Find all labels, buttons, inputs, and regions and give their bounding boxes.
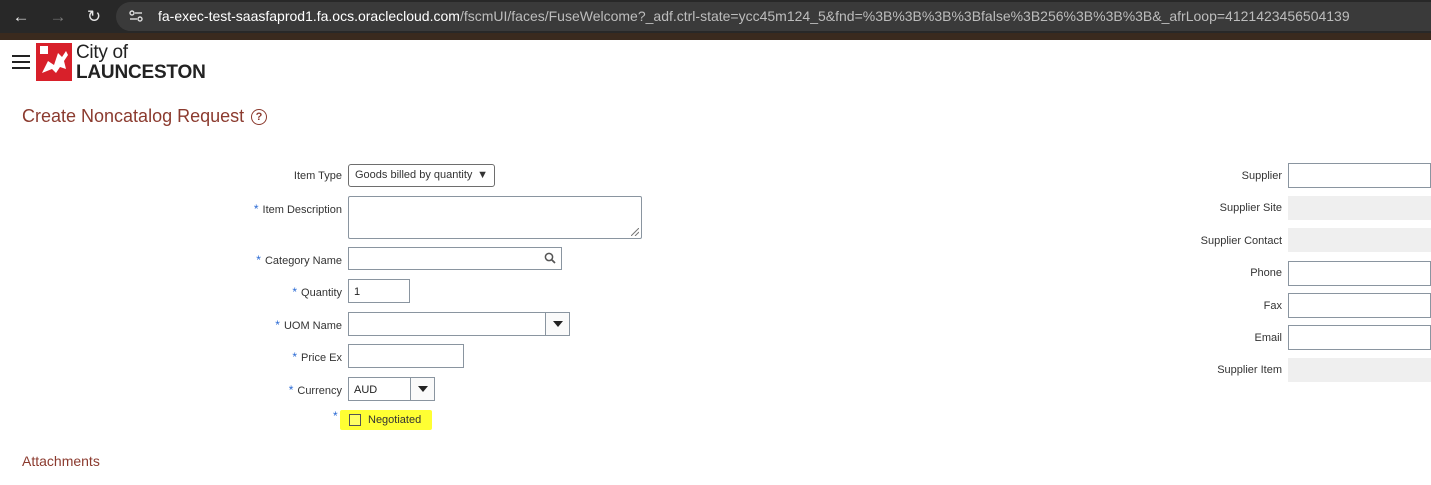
fax-label: Fax bbox=[1263, 300, 1282, 312]
logo-text-line1: City of bbox=[76, 42, 128, 63]
supplier-item-value bbox=[1288, 358, 1431, 382]
price-ex-label: * Price Ex bbox=[292, 350, 342, 364]
address-bar[interactable]: fa-exec-test-saasfaprod1.fa.ocs.oraclecl… bbox=[116, 2, 1431, 31]
negotiated-label: Negotiated bbox=[368, 414, 422, 426]
item-type-select[interactable]: Goods billed by quantity ▼ bbox=[348, 164, 495, 187]
uom-name-label: * UOM Name bbox=[275, 318, 342, 332]
uom-name-combobox[interactable] bbox=[348, 312, 570, 336]
category-name-input[interactable] bbox=[348, 247, 562, 270]
page-title: Create Noncatalog Request bbox=[22, 106, 245, 126]
phone-label: Phone bbox=[1250, 267, 1282, 279]
back-arrow-icon[interactable]: ← bbox=[10, 6, 32, 28]
quantity-value: 1 bbox=[354, 286, 361, 298]
supplier-contact-value bbox=[1288, 228, 1431, 252]
browser-toolbar: ← → ↻ fa-exec-test-saasfaprod1.fa.ocs.or… bbox=[0, 0, 1431, 33]
currency-combobox[interactable]: AUD bbox=[348, 377, 435, 401]
email-input[interactable] bbox=[1288, 325, 1431, 350]
currency-label: * Currency bbox=[288, 383, 342, 397]
search-icon[interactable] bbox=[544, 252, 556, 264]
url-host: fa-exec-test-saasfaprod1.fa.ocs.oraclecl… bbox=[158, 8, 460, 24]
reload-icon[interactable]: ↻ bbox=[83, 6, 105, 28]
chevron-down-icon: ▼ bbox=[477, 169, 488, 181]
supplier-contact-label: Supplier Contact bbox=[1200, 235, 1282, 247]
supplier-label: Supplier bbox=[1241, 170, 1282, 182]
item-description-label: * Item Description bbox=[253, 202, 342, 216]
quantity-input[interactable]: 1 bbox=[348, 279, 410, 303]
item-type-label: Item Type bbox=[293, 170, 342, 182]
fax-input[interactable] bbox=[1288, 293, 1431, 318]
email-label: Email bbox=[1254, 332, 1282, 344]
negotiated-checkbox[interactable] bbox=[349, 414, 361, 426]
category-name-label: * Category Name bbox=[256, 253, 342, 267]
currency-value: AUD bbox=[354, 384, 378, 396]
price-ex-input[interactable] bbox=[348, 344, 464, 368]
url-path: /fscmUI/faces/FuseWelcome?_adf.ctrl-stat… bbox=[459, 8, 1350, 24]
help-icon[interactable]: ? bbox=[251, 109, 267, 125]
city-logo-icon[interactable] bbox=[36, 43, 76, 83]
app-top-strip bbox=[0, 33, 1431, 40]
quantity-label: * Quantity bbox=[292, 285, 342, 299]
resize-grip-icon[interactable] bbox=[631, 228, 639, 236]
item-description-textarea[interactable] bbox=[348, 196, 642, 239]
url-text: fa-exec-test-saasfaprod1.fa.ocs.oraclecl… bbox=[158, 8, 1350, 24]
forward-arrow-icon[interactable]: → bbox=[47, 6, 69, 28]
phone-input[interactable] bbox=[1288, 261, 1431, 286]
dropdown-arrow-icon[interactable] bbox=[545, 313, 569, 335]
supplier-site-label: Supplier Site bbox=[1219, 202, 1282, 214]
logo-text-line2: LAUNCESTON bbox=[76, 62, 206, 83]
attachments-section-title[interactable]: Attachments bbox=[22, 453, 100, 469]
menu-icon[interactable] bbox=[12, 55, 30, 71]
supplier-input[interactable] bbox=[1288, 163, 1431, 188]
item-type-value: Goods billed by quantity bbox=[355, 169, 473, 181]
dropdown-arrow-icon[interactable] bbox=[410, 378, 434, 400]
negotiated-required-mark: * bbox=[333, 409, 338, 423]
supplier-item-label: Supplier Item bbox=[1217, 364, 1282, 376]
supplier-site-value bbox=[1288, 196, 1431, 220]
site-info-icon[interactable] bbox=[128, 8, 144, 24]
